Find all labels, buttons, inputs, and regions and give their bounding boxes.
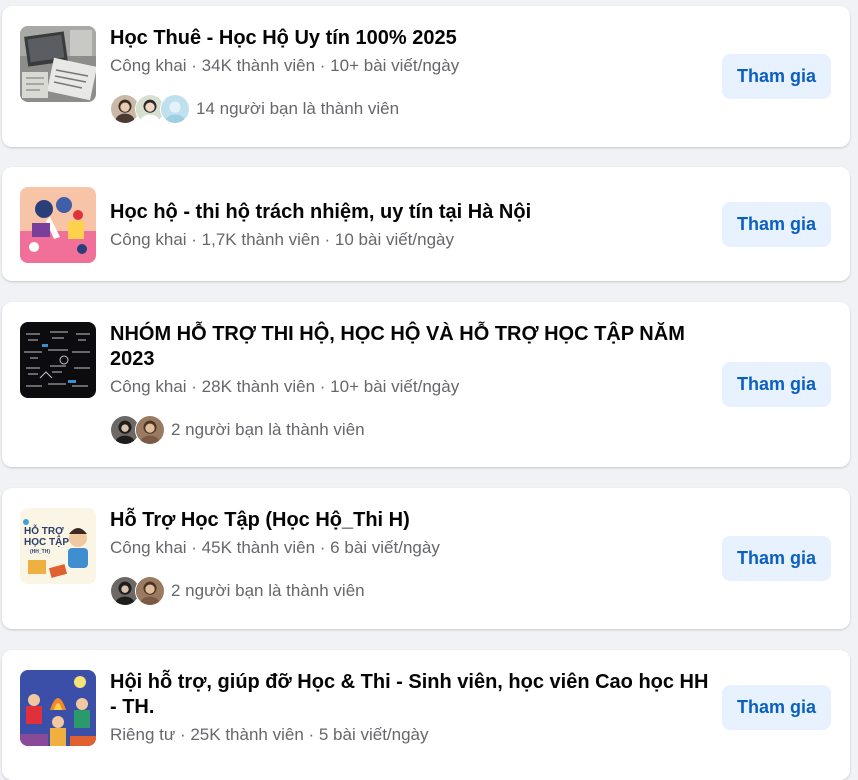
group-card: Học hộ - thi hộ trách nhiệm, uy tín tại … — [2, 167, 850, 281]
laptop-photo-icon — [20, 26, 96, 102]
thumb-text-line2: HỌC TẬP — [24, 535, 69, 548]
group-info: NHÓM HỖ TRỢ THI HỘ, HỌC HỘ VÀ HỖ TRỢ HỌC… — [110, 322, 710, 445]
group-thumbnail[interactable] — [20, 670, 96, 746]
join-button[interactable]: Tham gia — [722, 202, 831, 247]
ho-tro-hoc-tap-logo-icon: HỖ TRỢ HỌC TẬP (HH_TH) — [20, 508, 96, 584]
thumb-text-line1: HỖ TRỢ — [24, 524, 64, 537]
group-card: NHÓM HỖ TRỢ THI HỘ, HỌC HỘ VÀ HỖ TRỢ HỌC… — [2, 302, 850, 467]
avatar — [135, 415, 165, 445]
join-button[interactable]: Tham gia — [722, 54, 831, 99]
study-illustration-icon — [20, 187, 96, 263]
friends-row: 14 người bạn là thành viên — [110, 94, 710, 124]
join-button[interactable]: Tham gia — [722, 362, 831, 407]
group-meta: Công khai · 45K thành viên · 6 bài viết/… — [110, 538, 440, 557]
avatar — [160, 94, 190, 124]
friends-row: 2 người bạn là thành viên — [110, 415, 710, 445]
avatar — [135, 576, 165, 606]
group-info: Học hộ - thi hộ trách nhiệm, uy tín tại … — [110, 200, 710, 251]
group-card: Học Thuê - Học Hộ Uy tín 100% 2025 Công … — [2, 6, 850, 147]
friend-avatars — [110, 94, 190, 124]
friends-count-text: 2 người bạn là thành viên — [171, 420, 365, 439]
group-info: Hội hỗ trợ, giúp đỡ Học & Thi - Sinh viê… — [110, 670, 710, 746]
join-button[interactable]: Tham gia — [722, 685, 831, 730]
join-button[interactable]: Tham gia — [722, 536, 831, 581]
chalkboard-icon — [20, 322, 96, 398]
group-title[interactable]: Hội hỗ trợ, giúp đỡ Học & Thi - Sinh viê… — [110, 670, 710, 720]
group-meta: Công khai · 1,7K thành viên · 10 bài viế… — [110, 230, 454, 249]
group-title[interactable]: Học hộ - thi hộ trách nhiệm, uy tín tại … — [110, 200, 710, 225]
friends-row: 2 người bạn là thành viên — [110, 576, 710, 606]
group-thumbnail[interactable] — [20, 322, 96, 398]
group-info: Học Thuê - Học Hộ Uy tín 100% 2025 Công … — [110, 26, 710, 124]
group-meta: Riêng tư · 25K thành viên · 5 bài viết/n… — [110, 725, 429, 744]
friends-count-text: 2 người bạn là thành viên — [171, 581, 365, 600]
friend-avatars — [110, 415, 165, 445]
students-illustration-icon — [20, 670, 96, 746]
group-meta: Công khai · 34K thành viên · 10+ bài viế… — [110, 56, 460, 75]
friend-avatars — [110, 576, 165, 606]
group-card: Hội hỗ trợ, giúp đỡ Học & Thi - Sinh viê… — [2, 650, 850, 780]
group-meta: Công khai · 28K thành viên · 10+ bài viế… — [110, 377, 460, 396]
group-title[interactable]: NHÓM HỖ TRỢ THI HỘ, HỌC HỘ VÀ HỖ TRỢ HỌC… — [110, 322, 710, 372]
group-title[interactable]: Hỗ Trợ Học Tập (Học Hộ_Thi H) — [110, 508, 710, 533]
group-info: Hỗ Trợ Học Tập (Học Hộ_Thi H) Công khai … — [110, 508, 710, 606]
group-thumbnail[interactable] — [20, 187, 96, 263]
group-card: HỖ TRỢ HỌC TẬP (HH_TH) Hỗ Trợ Học Tập (H… — [2, 488, 850, 629]
friends-count-text: 14 người bạn là thành viên — [196, 99, 400, 118]
thumb-text-line3: (HH_TH) — [30, 549, 50, 555]
group-thumbnail[interactable]: HỖ TRỢ HỌC TẬP (HH_TH) — [20, 508, 96, 584]
group-title[interactable]: Học Thuê - Học Hộ Uy tín 100% 2025 — [110, 26, 710, 51]
group-thumbnail[interactable] — [20, 26, 96, 102]
